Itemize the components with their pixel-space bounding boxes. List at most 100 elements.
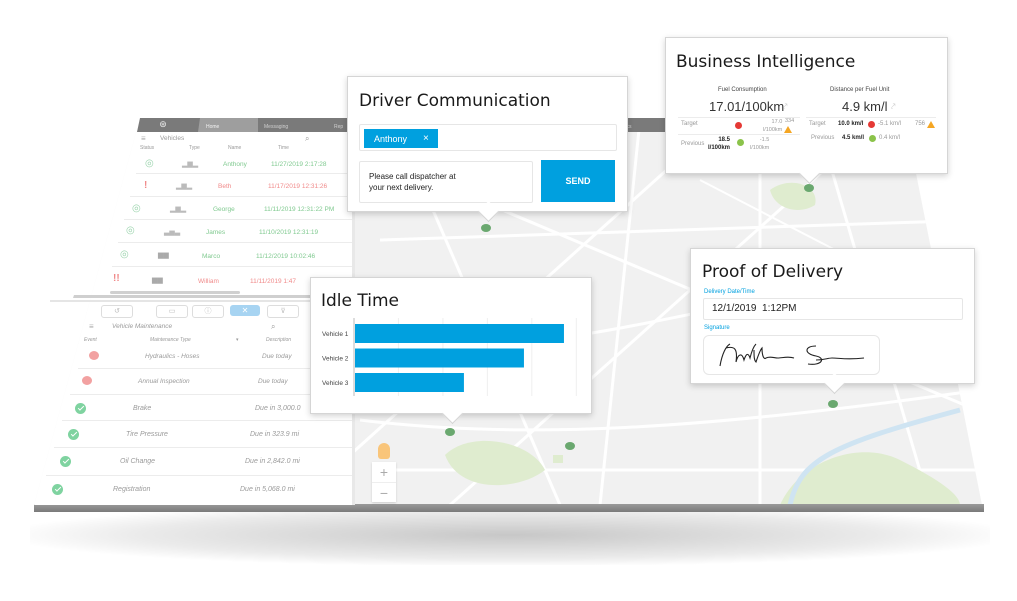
column-event[interactable]: Event bbox=[84, 337, 97, 343]
trend-chart-icon[interactable]: ⤤ bbox=[891, 102, 896, 112]
card-icon[interactable]: ▭ bbox=[156, 305, 188, 318]
steering-wheel-icon[interactable]: ⊛ bbox=[148, 119, 178, 131]
previous-value: 4.5 km/l bbox=[842, 135, 865, 141]
previous-delta: 0.4 km/l bbox=[879, 135, 901, 141]
column-maintenance-type[interactable]: Maintenance Type bbox=[150, 337, 191, 343]
history-icon[interactable]: ↺ bbox=[101, 305, 133, 318]
sort-chevron-icon[interactable]: ▾ bbox=[236, 337, 239, 343]
idle-time-card: Idle Time Vehicle 1 Vehicle 2 Vehicle 3 bbox=[310, 277, 592, 425]
bar-vehicle-1[interactable] bbox=[355, 324, 564, 343]
van-icon: ▆▆ bbox=[152, 277, 163, 284]
last-update: 11/27/2019 2:17:28 bbox=[271, 161, 327, 168]
status-alert-icon: ! bbox=[144, 180, 148, 191]
maintenance-menu-icon[interactable]: ≡ bbox=[89, 322, 94, 331]
maintenance-type: Brake bbox=[133, 405, 152, 412]
target-count: 756 bbox=[915, 121, 926, 127]
delivery-date-field[interactable]: 12/1/2019 1:12PM bbox=[703, 298, 963, 320]
column-description[interactable]: Description bbox=[266, 337, 291, 343]
remove-recipient-icon[interactable]: × bbox=[423, 133, 429, 144]
card-title: Business Intelligence bbox=[676, 52, 856, 72]
last-update: 11/10/2019 12:31:19 bbox=[259, 229, 319, 236]
status-error-icon bbox=[82, 376, 92, 385]
driver-name: Beth bbox=[218, 183, 232, 190]
nav-tab-home[interactable]: Home bbox=[206, 124, 219, 130]
signature-label: Signature bbox=[704, 325, 730, 331]
distance-label: Distance per Fuel Unit bbox=[830, 87, 890, 93]
maintenance-type: Hydraulics - Hoses bbox=[145, 353, 200, 360]
bar-vehicle-3[interactable] bbox=[355, 373, 464, 392]
warning-icon bbox=[927, 121, 935, 128]
maintenance-description: Due today bbox=[262, 353, 292, 360]
category-label: Vehicle 3 bbox=[322, 380, 349, 387]
card-title: Proof of Delivery bbox=[702, 262, 844, 282]
bar-vehicle-2[interactable] bbox=[355, 348, 524, 368]
menu-icon[interactable]: ≡ bbox=[141, 134, 146, 143]
recipient-input[interactable]: Anthony × bbox=[359, 124, 617, 151]
maintenance-description: Due in 2,842.0 mi bbox=[245, 458, 300, 465]
signature-pad[interactable] bbox=[703, 335, 880, 375]
status-ok-icon bbox=[75, 403, 86, 414]
target-delta-value: 17.0 bbox=[771, 119, 783, 125]
send-button[interactable]: SEND bbox=[541, 160, 615, 202]
target-delta: -5.1 km/l bbox=[878, 121, 902, 127]
recipient-name: Anthony bbox=[374, 133, 408, 144]
column-name[interactable]: Name bbox=[228, 145, 241, 151]
status-error-icon bbox=[89, 351, 99, 360]
error-icon bbox=[868, 121, 875, 128]
search-icon[interactable]: ⌕ bbox=[305, 134, 309, 144]
column-time[interactable]: Time bbox=[278, 145, 289, 151]
previous-value-number: 18.5 bbox=[718, 137, 731, 143]
last-update: 11/17/2019 12:31:26 bbox=[268, 183, 328, 190]
driver-name: Marco bbox=[202, 253, 221, 260]
business-intelligence-card: Business Intelligence Fuel Consumption 1… bbox=[665, 37, 948, 185]
maintenance-type: Tire Pressure bbox=[126, 431, 168, 438]
last-update: 11/11/2019 1:47 bbox=[250, 278, 297, 285]
fuel-consumption-value: 17.01/100km bbox=[709, 99, 785, 114]
column-type[interactable]: Type bbox=[189, 145, 200, 151]
driver-name: William bbox=[198, 278, 219, 285]
status-ok-icon: ◎ bbox=[120, 249, 129, 260]
maintenance-type: Annual Inspection bbox=[138, 378, 190, 385]
category-label: Vehicle 2 bbox=[322, 356, 349, 363]
maintenance-description: Due in 323.9 mi bbox=[250, 431, 300, 438]
message-line: your next delivery. bbox=[369, 183, 434, 192]
maintenance-type: Oil Change bbox=[120, 458, 156, 465]
previous-value: 18.5 l/100km bbox=[708, 136, 730, 152]
distance-value: 4.9 km/l bbox=[842, 99, 888, 114]
maintenance-search-icon[interactable]: ⌕ bbox=[271, 322, 275, 332]
target-delta: 17.0 l/100km bbox=[763, 118, 782, 134]
status-ok-icon: ◎ bbox=[126, 225, 135, 236]
status-ok-icon bbox=[68, 429, 79, 440]
ok-icon bbox=[737, 139, 744, 146]
proof-of-delivery-card: Proof of Delivery Delivery Date/Time 12/… bbox=[690, 248, 975, 395]
vehicles-title: Vehicles bbox=[160, 135, 185, 142]
horizontal-scrollbar[interactable] bbox=[110, 291, 240, 294]
idle-time-chart: Vehicle 1 Vehicle 2 Vehicle 3 bbox=[322, 318, 577, 396]
info-icon[interactable]: ⓘ bbox=[192, 305, 224, 318]
recipient-chip[interactable]: Anthony × bbox=[364, 129, 438, 148]
ok-icon bbox=[869, 135, 876, 142]
previous-label: Previous bbox=[811, 135, 835, 141]
status-ok-icon: ◎ bbox=[132, 203, 141, 214]
message-textarea[interactable]: Please call dispatcher at your next deli… bbox=[359, 161, 533, 203]
wrench-icon[interactable]: ✕ bbox=[230, 305, 260, 316]
trend-chart-icon[interactable]: ⤤ bbox=[783, 102, 788, 112]
status-ok-icon: ◎ bbox=[145, 158, 154, 169]
column-status[interactable]: Status bbox=[140, 145, 154, 151]
target-value: 10.0 km/l bbox=[838, 121, 864, 127]
last-update: 11/12/2019 10:02:46 bbox=[256, 253, 316, 260]
status-alert-icon: !! bbox=[113, 273, 120, 284]
truck-icon: ▂▆▂ bbox=[182, 161, 199, 168]
van-icon: ▆▆ bbox=[158, 252, 169, 259]
nav-tab-messaging[interactable]: Messaging bbox=[264, 124, 288, 130]
truck-icon: ▂▆▂ bbox=[170, 206, 187, 213]
target-label: Target bbox=[809, 121, 826, 127]
filter-icon[interactable]: ⊽ bbox=[267, 305, 299, 318]
last-update: 11/11/2019 12:31:22 PM bbox=[264, 206, 335, 213]
status-ok-icon bbox=[52, 484, 63, 495]
maintenance-type: Registration bbox=[113, 486, 151, 493]
nav-tab-reports[interactable]: Rep bbox=[334, 124, 343, 130]
message-line: Please call dispatcher at bbox=[369, 172, 456, 181]
status-ok-icon bbox=[60, 456, 71, 467]
delivery-date-label: Delivery Date/Time bbox=[704, 289, 755, 295]
